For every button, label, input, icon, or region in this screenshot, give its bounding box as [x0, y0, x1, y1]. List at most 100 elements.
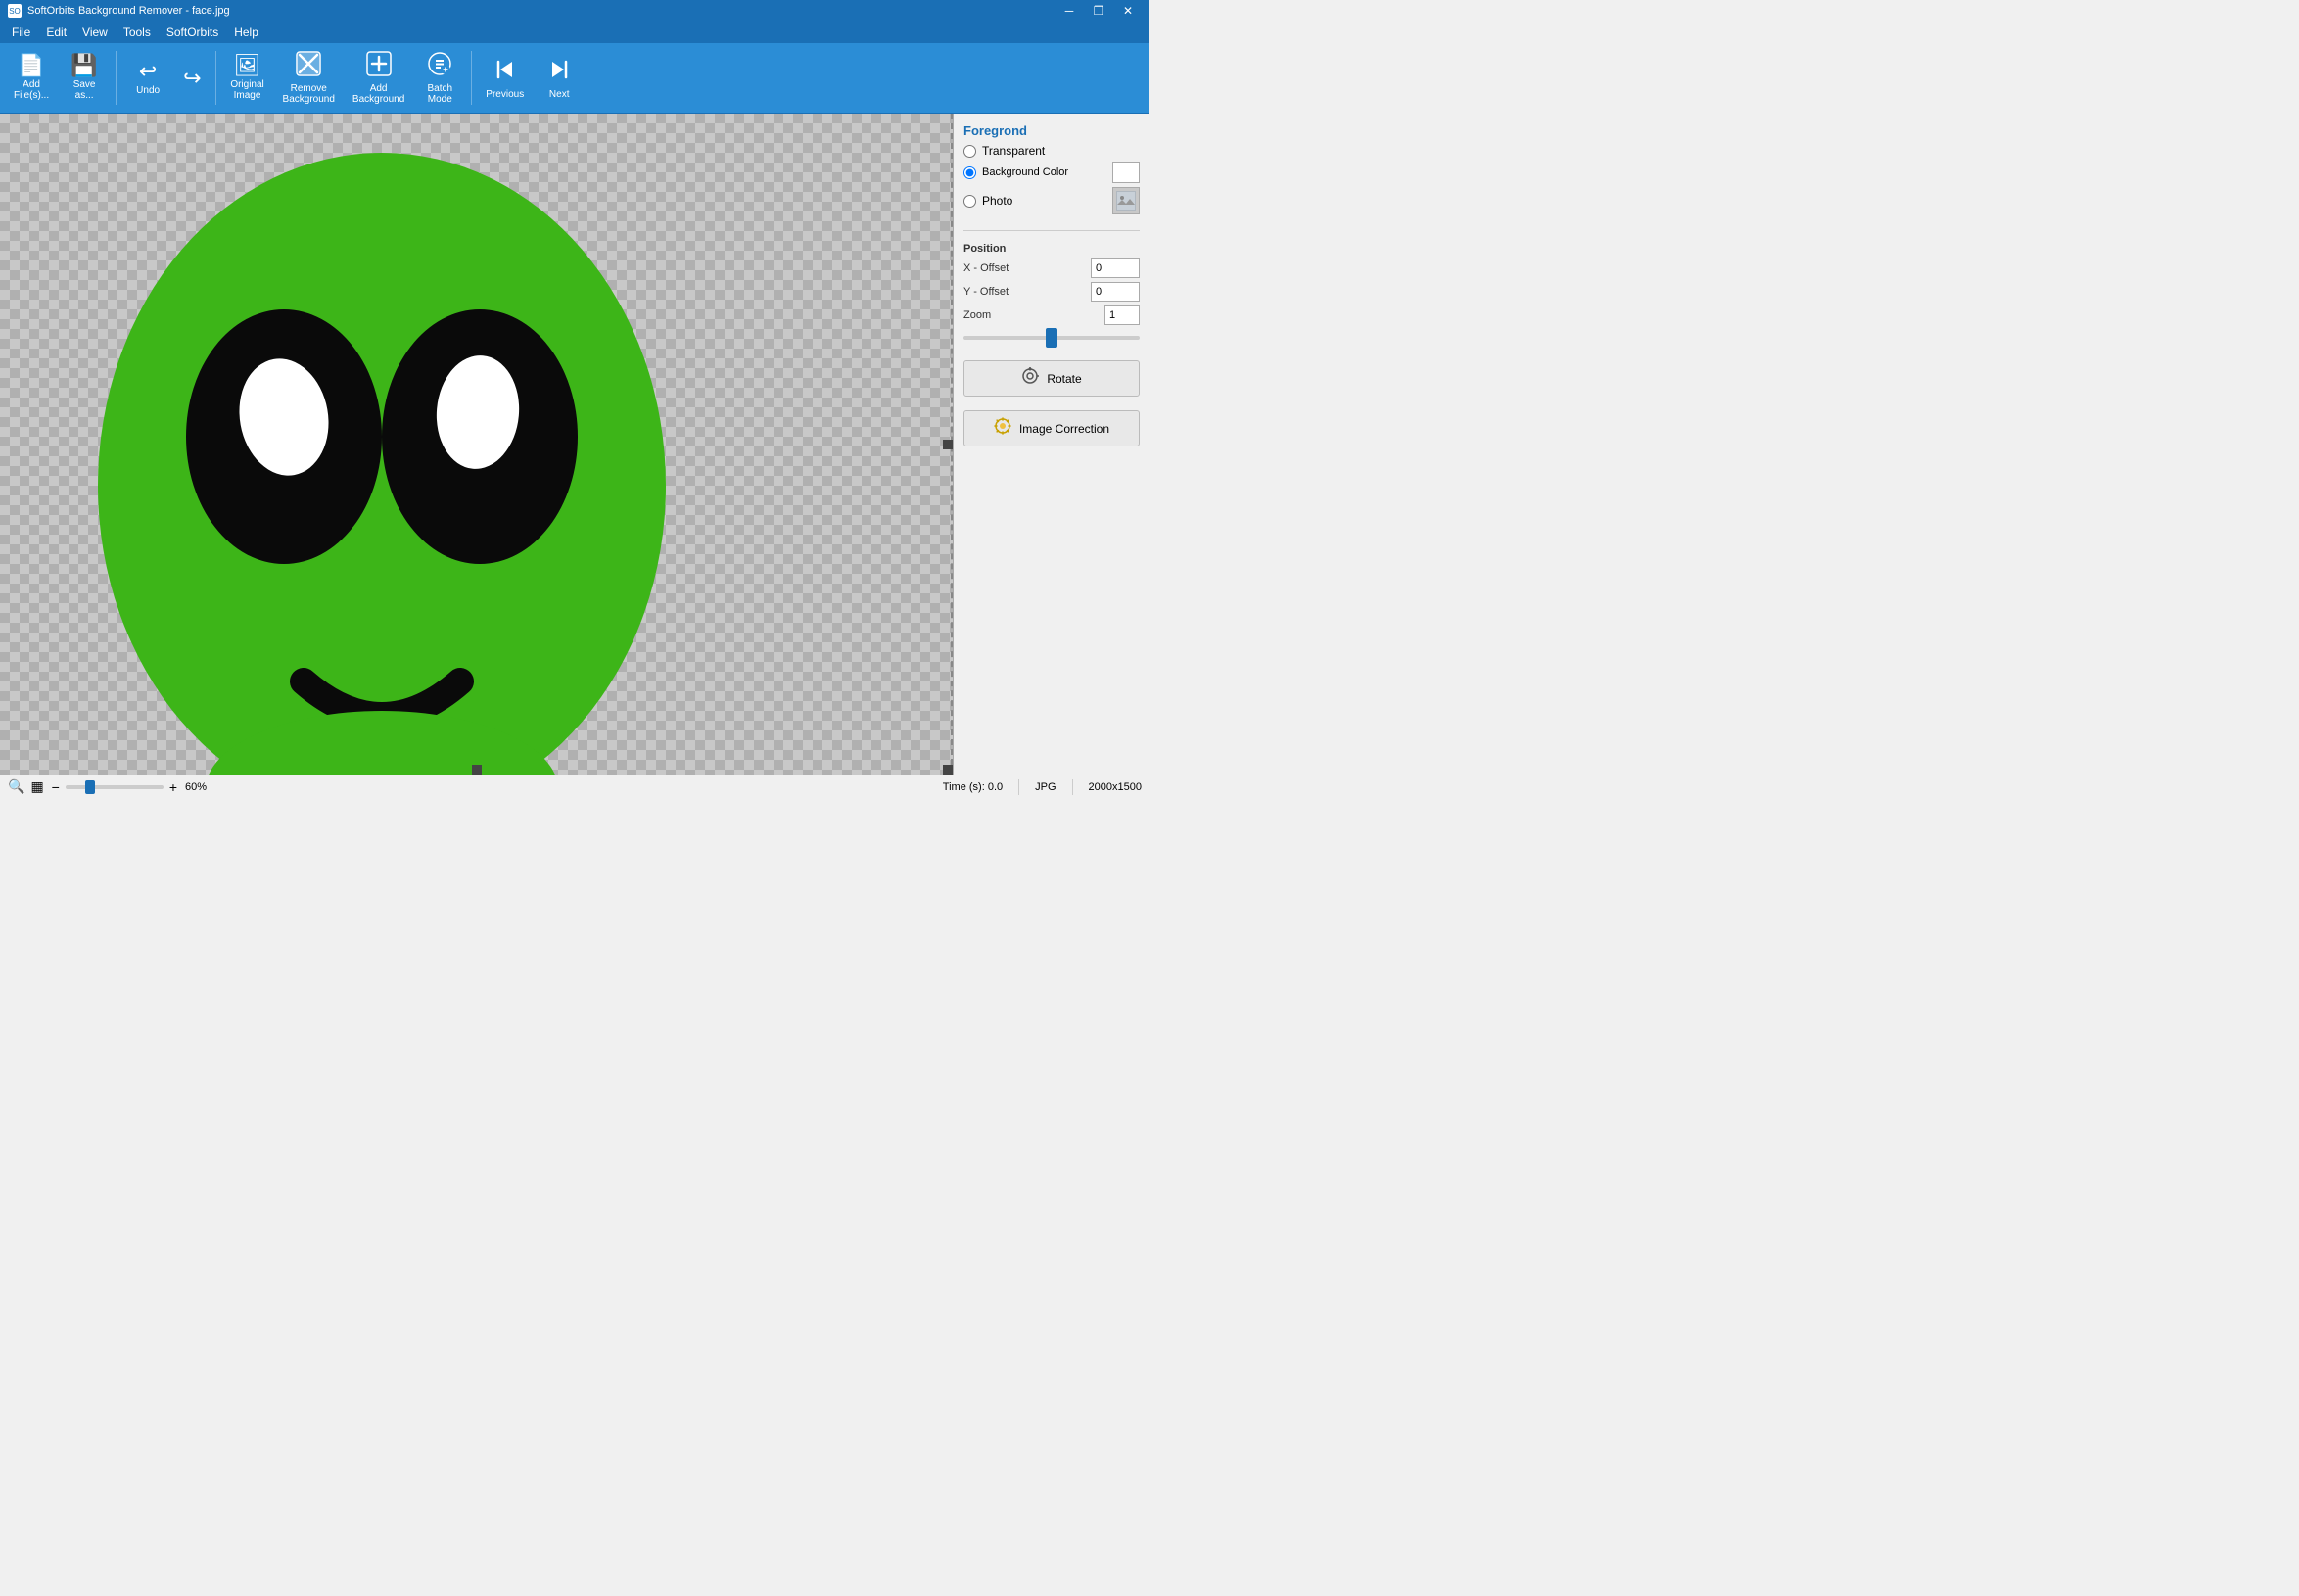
background-color-preview[interactable]: [1112, 162, 1140, 183]
zoom-control: − +: [50, 779, 179, 795]
menu-softorbits[interactable]: SoftOrbits: [159, 22, 226, 43]
save-as-icon: 💾: [70, 55, 97, 76]
rotate-icon: [1021, 367, 1039, 390]
photo-row: Photo: [963, 187, 1140, 214]
main-layout: Foregrond Transparent Background Color P…: [0, 114, 1150, 775]
statusbar: 🔍 ▦ − + 60% Time (s): 0.0 JPG 2000x1500: [0, 775, 1150, 798]
save-as-button[interactable]: 💾 Save as...: [59, 47, 110, 109]
x-offset-row: X - Offset: [963, 258, 1140, 278]
add-files-icon: 📄: [18, 55, 44, 76]
background-color-label: Background Color: [982, 166, 1068, 178]
rotate-label: Rotate: [1047, 372, 1081, 386]
menubar: File Edit View Tools SoftOrbits Help: [0, 22, 1150, 43]
status-sep-1: [1018, 779, 1019, 795]
transparent-row: Transparent: [963, 144, 1140, 158]
status-sep-2: [1072, 779, 1073, 795]
right-panel: Foregrond Transparent Background Color P…: [954, 114, 1150, 775]
close-button[interactable]: ✕: [1114, 1, 1142, 21]
menu-file[interactable]: File: [4, 22, 38, 43]
zoom-label: Zoom: [963, 309, 991, 321]
window-controls: ─ ❐ ✕: [1056, 1, 1142, 21]
image-dimensions: 2000x1500: [1089, 781, 1142, 793]
redo-button[interactable]: ↪: [175, 47, 209, 109]
zoom-slider-container: [963, 329, 1140, 343]
photo-label: Photo: [982, 194, 1012, 208]
remove-background-label: Remove Background: [283, 83, 335, 105]
next-icon: [546, 57, 572, 86]
divider-1: [963, 230, 1140, 231]
undo-icon: ↩: [139, 61, 157, 82]
canvas-area[interactable]: [0, 114, 954, 775]
y-offset-label: Y - Offset: [963, 286, 1009, 298]
previous-button[interactable]: Previous: [478, 47, 532, 109]
undo-button[interactable]: ↩ Undo: [122, 47, 173, 109]
original-image-icon: 🖼: [234, 55, 261, 76]
image-correction-icon: [994, 417, 1011, 440]
menu-tools[interactable]: Tools: [116, 22, 159, 43]
remove-background-button[interactable]: Remove Background: [275, 47, 343, 109]
zoom-minus-button[interactable]: −: [50, 779, 62, 795]
save-as-label: Save as...: [73, 79, 96, 101]
previous-label: Previous: [486, 89, 524, 100]
original-image-button[interactable]: 🖼 Original Image: [222, 47, 273, 109]
toolbar-sep-2: [215, 51, 216, 105]
minimize-button[interactable]: ─: [1056, 1, 1083, 21]
statusbar-right: Time (s): 0.0 JPG 2000x1500: [943, 779, 1142, 795]
resize-handle-mr[interactable]: [943, 440, 953, 449]
x-offset-input[interactable]: [1091, 258, 1140, 278]
toolbar-sep-1: [116, 51, 117, 105]
y-offset-input[interactable]: [1091, 282, 1140, 302]
restore-button[interactable]: ❐: [1085, 1, 1112, 21]
add-background-icon: [366, 51, 392, 80]
menu-view[interactable]: View: [74, 22, 116, 43]
next-button[interactable]: Next: [534, 47, 585, 109]
next-label: Next: [549, 89, 570, 100]
transparent-radio[interactable]: [963, 145, 976, 158]
background-color-row: Background Color: [963, 162, 1140, 183]
file-format: JPG: [1035, 781, 1056, 793]
x-offset-label: X - Offset: [963, 262, 1009, 274]
y-offset-row: Y - Offset: [963, 282, 1140, 302]
resize-handle-br[interactable]: [943, 765, 953, 775]
photo-radio[interactable]: [963, 195, 976, 208]
menu-help[interactable]: Help: [226, 22, 266, 43]
zoom-row: Zoom: [963, 305, 1140, 325]
image-correction-button[interactable]: Image Correction: [963, 410, 1140, 446]
zoom-slider[interactable]: [963, 336, 1140, 340]
titlebar-title: SoftOrbits Background Remover - face.jpg: [27, 5, 230, 17]
previous-icon: [493, 57, 518, 86]
toolbar-sep-3: [471, 51, 472, 105]
resize-handle-bm[interactable]: [472, 765, 482, 775]
alien-image: [78, 123, 685, 775]
zoom-input[interactable]: [1104, 305, 1140, 325]
zoom-plus-button[interactable]: +: [167, 779, 179, 795]
titlebar: SO SoftOrbits Background Remover - face.…: [0, 0, 1150, 22]
statusbar-zoom-thumb[interactable]: [85, 780, 95, 794]
photo-preview[interactable]: [1112, 187, 1140, 214]
app-icon: SO: [8, 4, 22, 18]
add-files-label: Add File(s)...: [14, 79, 49, 101]
foreground-title: Foregrond: [963, 123, 1140, 138]
position-section: Position X - Offset Y - Offset Zoom: [963, 243, 1140, 352]
view-grid-icon[interactable]: ▦: [30, 778, 43, 795]
background-color-radio[interactable]: [963, 166, 976, 179]
image-correction-label: Image Correction: [1019, 422, 1109, 436]
foreground-section: Foregrond Transparent Background Color P…: [963, 123, 1140, 218]
transparent-label: Transparent: [982, 144, 1045, 158]
view-mode-icon[interactable]: 🔍: [8, 778, 24, 795]
undo-label: Undo: [136, 85, 160, 96]
position-title: Position: [963, 243, 1140, 255]
batch-mode-button[interactable]: Batch Mode: [414, 47, 465, 109]
zoom-percent: 60%: [185, 781, 214, 793]
remove-background-icon: [296, 51, 321, 80]
add-background-button[interactable]: Add Background: [345, 47, 412, 109]
toolbar: 📄 Add File(s)... 💾 Save as... ↩ Undo ↪ 🖼…: [0, 43, 1150, 114]
menu-edit[interactable]: Edit: [38, 22, 74, 43]
redo-icon: ↪: [183, 68, 201, 89]
rotate-button[interactable]: Rotate: [963, 360, 1140, 397]
batch-mode-label: Batch Mode: [428, 83, 453, 105]
time-label: Time (s): 0.0: [943, 781, 1003, 793]
add-files-button[interactable]: 📄 Add File(s)...: [6, 47, 57, 109]
statusbar-zoom-track[interactable]: [66, 785, 164, 789]
add-background-label: Add Background: [352, 83, 404, 105]
